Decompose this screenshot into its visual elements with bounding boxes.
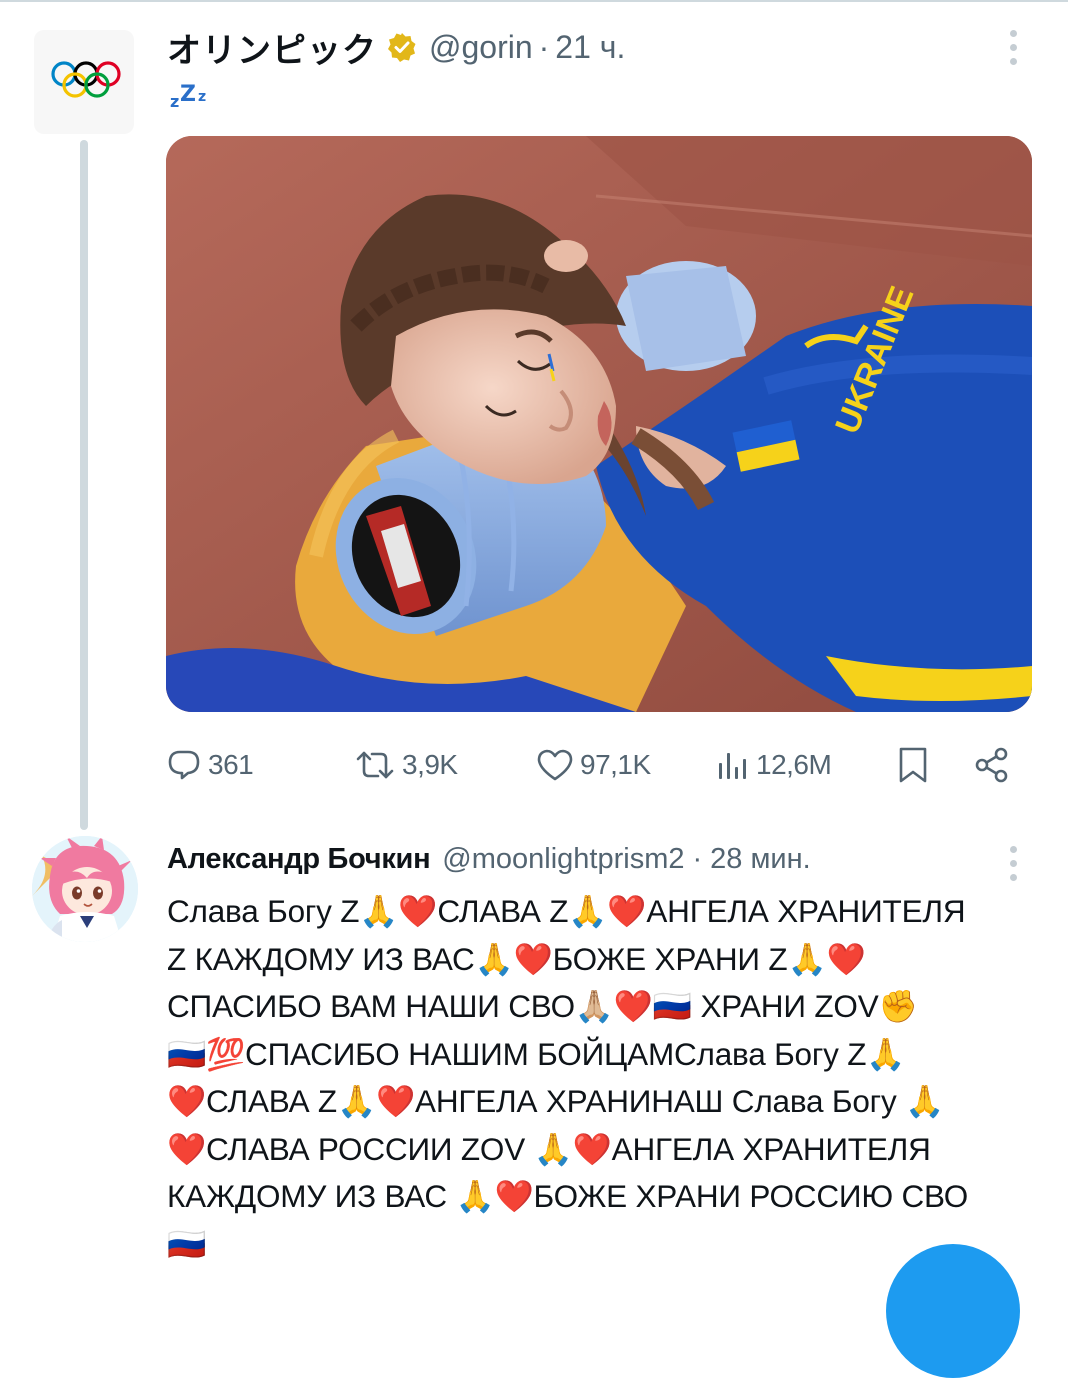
tweet-text-line: 🇷🇺💯СПАСИБО НАШИМ БОЙЦАМСлава Богу Z🙏 — [167, 1035, 906, 1072]
more-vertical-icon[interactable] — [1008, 846, 1018, 881]
author-name[interactable]: オリンピック — [167, 23, 377, 72]
retweet-button[interactable]: 3,9K — [354, 740, 458, 790]
tweet-time[interactable]: 28 мин. — [710, 843, 811, 876]
tweet-text-line: Z КАЖДОМУ ИЗ ВАС🙏❤️БОЖЕ ХРАНИ Z🙏❤️ — [167, 940, 866, 977]
tweet2-header: Александр Бочкин @moonlightprism2 · 28 м… — [167, 836, 811, 882]
reply-count: 361 — [208, 749, 254, 780]
author-handle[interactable]: @moonlightprism2 — [442, 843, 684, 876]
retweet-icon — [356, 751, 394, 779]
views-chart-icon — [719, 753, 746, 779]
reply-button[interactable]: 361 — [166, 740, 254, 790]
compose-fab-button[interactable] — [886, 1244, 1020, 1378]
like-count: 97,1K — [580, 749, 651, 780]
views-button[interactable]: 12,6M — [714, 740, 832, 790]
reply-icon — [168, 750, 200, 780]
separator-dot: · — [538, 28, 550, 65]
author-handle[interactable]: @gorin — [429, 29, 533, 66]
tweet2-text: Слава Богу Z🙏❤️СЛАВА Z🙏❤️АНГЕЛА ХРАНИТЕЛ… — [167, 888, 1037, 1268]
like-button[interactable]: 97,1K — [536, 740, 651, 790]
retweet-count: 3,9K — [402, 749, 458, 780]
olympic-rings-icon — [51, 61, 121, 98]
separator-dot: · — [692, 842, 703, 875]
top-divider — [0, 0, 1068, 2]
tweet-text-line: ❤️СЛАВА РОССИИ ZOV 🙏❤️АНГЕЛА ХРАНИТЕЛЯ — [167, 1130, 931, 1167]
verified-badge-icon — [387, 32, 417, 62]
author-name[interactable]: Александр Бочкин — [167, 843, 431, 876]
tweet-text-line: ❤️СЛАВА Z🙏❤️АНГЕЛА ХРАНИНАШ Слава Богу 🙏 — [167, 1083, 945, 1119]
bookmark-button[interactable] — [896, 740, 930, 790]
bookmark-icon — [899, 747, 927, 783]
olympics-avatar[interactable] — [34, 30, 134, 134]
share-icon — [975, 747, 1008, 783]
tweet-text-line: СПАСИБО ВАМ НАШИ СВО🙏🏼❤️🇷🇺 ХРАНИ ZOV✊ — [167, 988, 918, 1024]
sleeping-athlete-image: UKRAINE — [166, 136, 1032, 712]
share-button[interactable] — [972, 740, 1012, 790]
views-count: 12,6M — [756, 749, 832, 780]
tweet1-actions: 361 3,9K 97,1K 12,6M — [166, 740, 1032, 790]
tweet-time[interactable]: 21 ч. — [555, 29, 625, 66]
anime-avatar[interactable] — [32, 836, 138, 942]
tweet-text-line: Слава Богу Z🙏❤️СЛАВА Z🙏❤️АНГЕЛА ХРАНИТЕЛ… — [167, 893, 966, 929]
anime-girl-avatar-image — [32, 836, 138, 942]
thread-connector — [80, 140, 88, 830]
more-vertical-icon[interactable] — [1008, 30, 1018, 65]
tweet-photo[interactable]: UKRAINE — [166, 136, 1032, 712]
tweet1-header: オリンピック @gorin · 21 ч. — [167, 22, 625, 72]
heart-icon — [537, 749, 573, 781]
tweet-text-line: КАЖДОМУ ИЗ ВАС 🙏❤️БОЖЕ ХРАНИ РОССИЮ СВО — [167, 1178, 969, 1214]
